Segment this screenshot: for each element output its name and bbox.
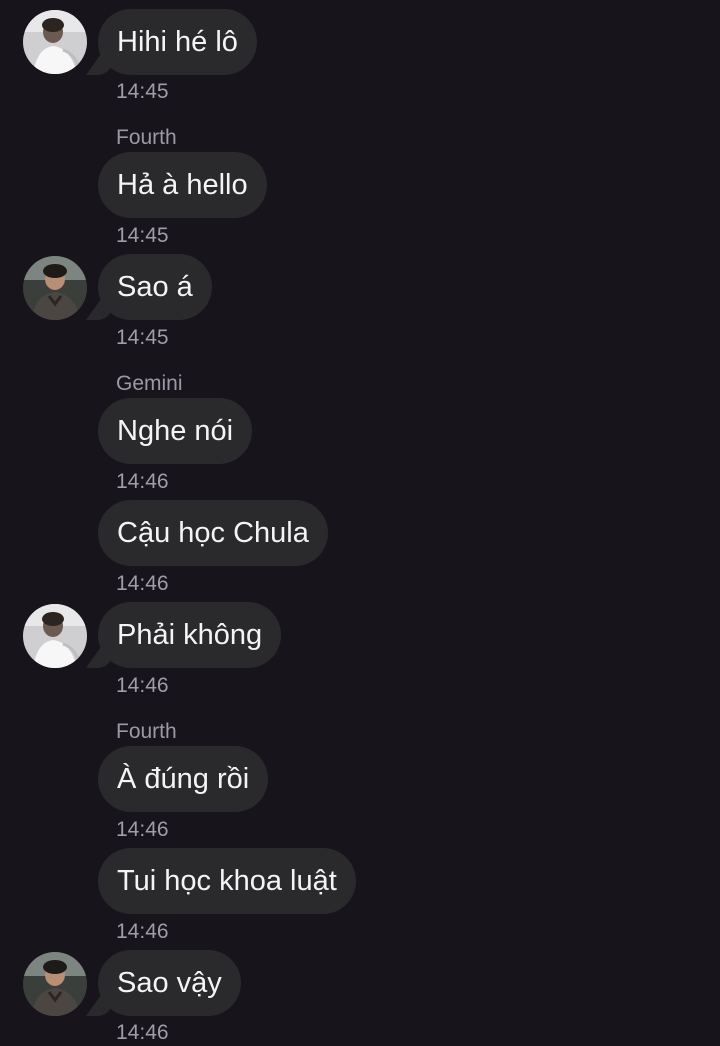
message-time: 14:46 [116,1021,169,1044]
message-time: 14:46 [116,572,169,595]
avatar-light-icon[interactable] [23,604,87,668]
message-time: 14:46 [116,920,169,943]
message-bubble[interactable]: Hihi hé lô [98,9,257,75]
sender-name: Gemini [116,372,183,395]
avatar-dark-icon[interactable] [23,952,87,1016]
avatar-light-icon[interactable] [23,10,87,74]
message-time: 14:45 [116,326,169,349]
message-bubble[interactable]: Hả à hello [98,152,267,218]
message-bubble[interactable]: Cậu học Chula [98,500,328,566]
message-bubble[interactable]: Tui học khoa luật [98,848,356,914]
message-bubble[interactable]: À đúng rồi [98,746,269,812]
message-time: 14:45 [116,80,169,103]
message-time: 14:46 [116,674,169,697]
message-bubble[interactable]: Sao á [98,254,212,320]
message-time: 14:46 [116,470,169,493]
sender-name: Fourth [116,720,177,743]
message-bubble[interactable]: Nghe nói [98,398,253,464]
message-time: 14:45 [116,224,169,247]
message-bubble[interactable]: Sao vậy [98,950,241,1016]
message-bubble[interactable]: Phải không [98,602,282,668]
message-time: 14:46 [116,818,169,841]
avatar-dark-icon[interactable] [23,256,87,320]
chat-thread[interactable]: Hihi hé lô 14:45 Fourth Hả à hello 14:45… [0,0,720,1046]
sender-name: Fourth [116,126,177,149]
